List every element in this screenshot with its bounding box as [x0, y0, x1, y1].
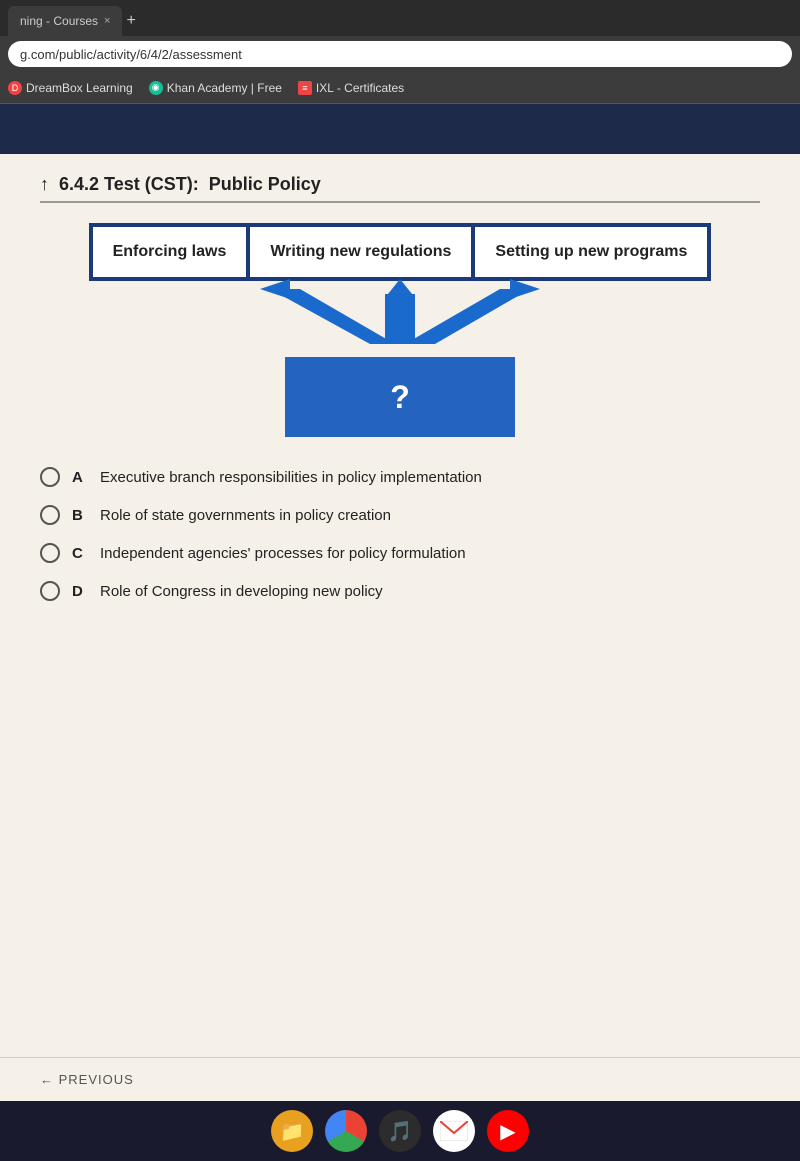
taskbar-folder-icon[interactable]: 📁 [271, 1110, 313, 1152]
choice-text-d: Role of Congress in developing new polic… [100, 583, 383, 600]
box-setting-programs: Setting up new programs [473, 225, 709, 279]
page-content: ↑ 6.4.2 Test (CST): Public Policy Enforc… [0, 154, 800, 1057]
radio-b[interactable] [40, 505, 60, 525]
ixl-icon: ≡ [298, 81, 312, 95]
radio-a[interactable] [40, 467, 60, 487]
khan-label: Khan Academy | Free [167, 81, 282, 95]
bottom-bar: ← PREVIOUS [0, 1057, 800, 1101]
diagram-boxes-row: Enforcing laws Writing new regulations S… [89, 223, 712, 281]
new-tab-button[interactable]: + [126, 12, 135, 30]
ixl-label: IXL - Certificates [316, 81, 404, 95]
test-subtitle: Public Policy [209, 174, 321, 195]
choice-letter-d: D [72, 583, 88, 600]
address-bar-row: g.com/public/activity/6/4/2/assessment [0, 36, 800, 72]
choice-text-c: Independent agencies' processes for poli… [100, 545, 466, 562]
active-tab[interactable]: ning - Courses × [8, 6, 122, 36]
choice-text-a: Executive branch responsibilities in pol… [100, 469, 482, 486]
khan-icon: ◉ [149, 81, 163, 95]
answer-choice-a[interactable]: A Executive branch responsibilities in p… [40, 467, 760, 487]
answer-choice-d[interactable]: D Role of Congress in developing new pol… [40, 581, 760, 601]
previous-label: ← PREVIOUS [40, 1072, 134, 1087]
taskbar-youtube-icon[interactable]: ▶ [487, 1110, 529, 1152]
radio-d[interactable] [40, 581, 60, 601]
choice-text-b: Role of state governments in policy crea… [100, 507, 391, 524]
bookmark-khan[interactable]: ◉ Khan Academy | Free [149, 81, 282, 95]
answer-choice-c[interactable]: C Independent agencies' processes for po… [40, 543, 760, 563]
bookmark-ixl[interactable]: ≡ IXL - Certificates [298, 81, 404, 95]
taskbar-chrome-icon[interactable] [325, 1110, 367, 1152]
box-writing-regulations: Writing new regulations [248, 225, 473, 279]
divider [40, 201, 760, 203]
radio-c[interactable] [40, 543, 60, 563]
taskbar-gmail-icon[interactable] [433, 1110, 475, 1152]
previous-button[interactable]: ← PREVIOUS [40, 1072, 134, 1087]
arrows-area [200, 279, 600, 359]
arrows-svg [200, 279, 600, 359]
test-id: 6.4.2 Test (CST): [59, 174, 199, 195]
close-tab-button[interactable]: × [104, 15, 110, 27]
browser-chrome: ning - Courses × + g.com/public/activity… [0, 0, 800, 104]
dreambox-icon: D [8, 81, 22, 95]
diagram-container: Enforcing laws Writing new regulations S… [40, 223, 760, 437]
question-box: ? [285, 357, 515, 437]
address-bar[interactable]: g.com/public/activity/6/4/2/assessment [8, 41, 792, 67]
question-mark: ? [390, 379, 410, 416]
url-text: g.com/public/activity/6/4/2/assessment [20, 47, 242, 62]
bookmarks-bar: D DreamBox Learning ◉ Khan Academy | Fre… [0, 72, 800, 104]
upload-icon: ↑ [40, 174, 49, 195]
tab-bar: ning - Courses × + [0, 0, 800, 36]
box-enforcing-laws: Enforcing laws [91, 225, 249, 279]
answer-choices: A Executive branch responsibilities in p… [40, 467, 760, 601]
answer-choice-b[interactable]: B Role of state governments in policy cr… [40, 505, 760, 525]
choice-letter-b: B [72, 507, 88, 524]
dreambox-label: DreamBox Learning [26, 81, 133, 95]
content-area: ↑ 6.4.2 Test (CST): Public Policy Enforc… [0, 154, 800, 1057]
taskbar-music-icon[interactable]: 🎵 [379, 1110, 421, 1152]
taskbar: 📁 🎵 ▶ [0, 1101, 800, 1161]
bookmark-dreambox[interactable]: D DreamBox Learning [8, 81, 133, 95]
app-nav-bar [0, 104, 800, 154]
test-title: ↑ 6.4.2 Test (CST): Public Policy [40, 174, 760, 195]
choice-letter-c: C [72, 545, 88, 562]
tab-label: ning - Courses [20, 14, 98, 28]
choice-letter-a: A [72, 469, 88, 486]
